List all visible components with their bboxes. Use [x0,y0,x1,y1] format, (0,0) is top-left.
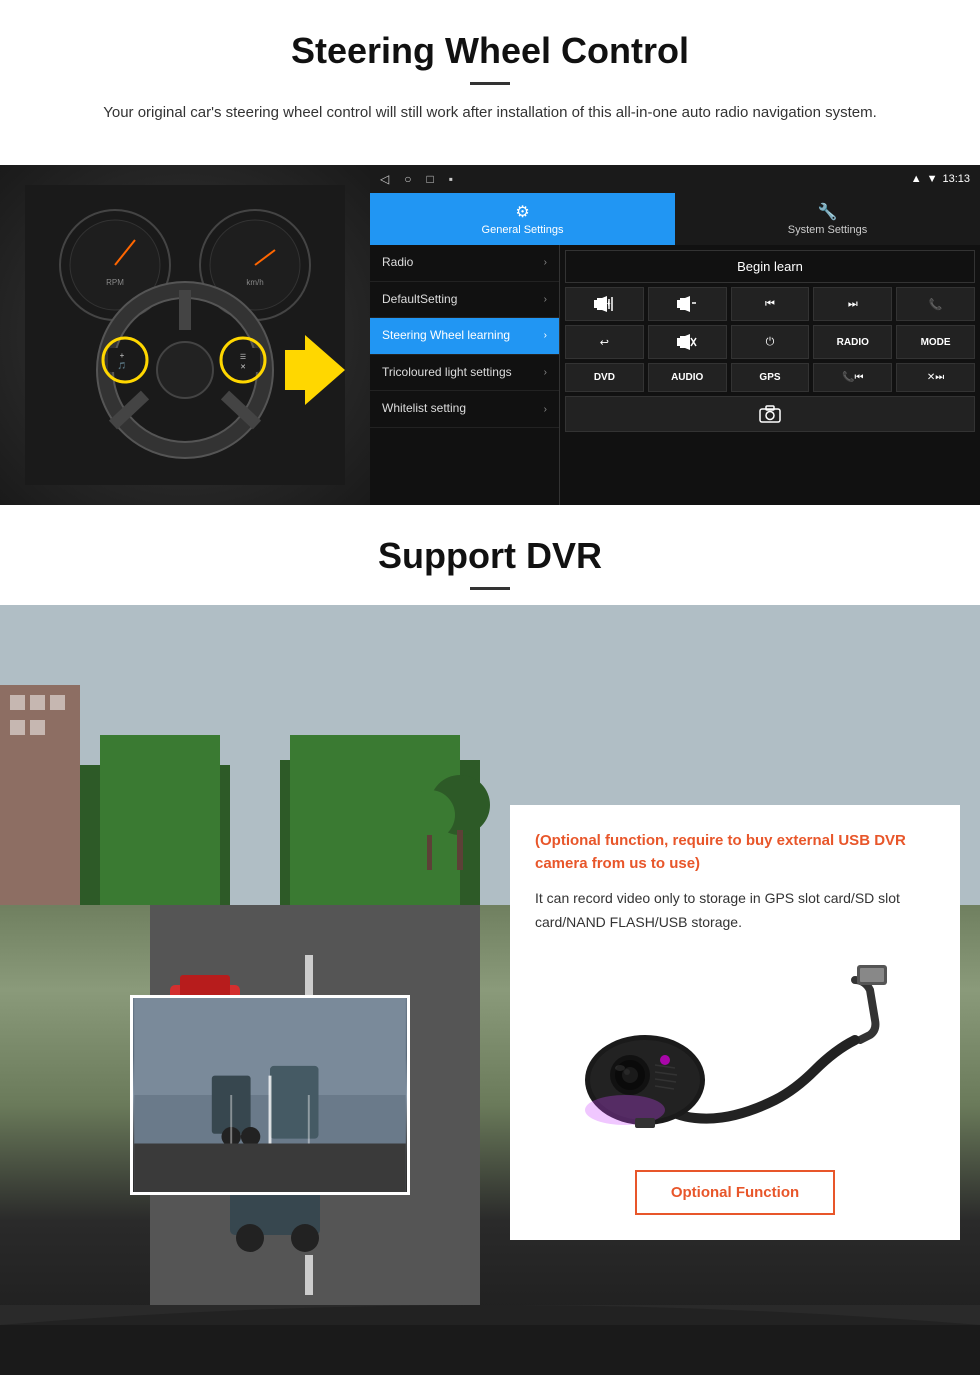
svg-text:☰: ☰ [240,354,246,361]
section2-dvr: Support DVR [0,505,980,1375]
control-row-4 [565,396,975,432]
section2-header: Support DVR [0,505,980,605]
optional-function-button[interactable]: Optional Function [635,1170,835,1215]
dvd-button[interactable]: DVD [565,363,644,392]
menu-whitelist-label: Whitelist setting [382,401,466,417]
menu-steering-label: Steering Wheel learning [382,328,510,344]
menu-default-label: DefaultSetting [382,292,457,308]
menu-item-radio[interactable]: Radio › [370,245,559,282]
nav-home-icon[interactable]: ○ [404,172,411,186]
page-title: Steering Wheel Control [40,30,940,72]
tab-general-label: General Settings [482,224,564,236]
dvr-content: (Optional function, require to buy exter… [0,605,980,1375]
nav-back-icon[interactable]: ◁ [380,172,389,186]
menu-item-whitelist[interactable]: Whitelist setting › [370,391,559,428]
nav-icons: ◁ ○ □ ▪ [380,172,453,186]
chevron-right-icon2: › [544,294,547,305]
mute-next-button[interactable]: ✕⏭ [896,363,975,392]
svg-text:✕: ✕ [240,364,246,371]
mode-button[interactable]: MODE [896,325,975,359]
control-row-3: DVD AUDIO GPS 📞⏮ ✕⏭ [565,363,975,392]
clock: 13:13 [942,173,970,185]
section1-steering-wheel: Steering Wheel Control Your original car… [0,0,980,165]
title-divider [470,82,510,85]
dvr-thumbnail [130,995,410,1195]
radio-button[interactable]: RADIO [813,325,892,359]
signal-icon: ▲ [911,173,922,185]
back-button[interactable]: ↩ [565,325,644,359]
prev-track-button[interactable]: ⏮ [731,287,810,321]
section1-description: Your original car's steering wheel contr… [60,101,920,125]
steering-wheel-photo: RPM km/h + 🎵 ☰ ✕ [0,165,370,505]
status-icons: ▲ ▼ 13:13 [911,173,970,185]
android-content: Radio › DefaultSetting › Steering Wheel … [370,245,980,505]
nav-recent-icon[interactable]: □ [426,172,433,186]
begin-learn-button[interactable]: Begin learn [565,250,975,283]
menu-radio-label: Radio [382,255,413,271]
dvr-info-card: (Optional function, require to buy exter… [510,805,960,1240]
phone-prev-button[interactable]: 📞⏮ [813,363,892,392]
dvr-device-image [535,950,935,1150]
phone-button[interactable]: 📞 [896,287,975,321]
menu-item-steering-learning[interactable]: Steering Wheel learning › [370,318,559,355]
tab-system-label: System Settings [788,224,867,236]
dvr-optional-text: (Optional function, require to buy exter… [535,830,935,875]
menu-tricoloured-label: Tricoloured light settings [382,365,512,381]
dvr-device-svg [575,960,895,1140]
steering-ui-container: RPM km/h + 🎵 ☰ ✕ [0,165,980,505]
steering-wheel-svg: RPM km/h + 🎵 ☰ ✕ [25,185,345,485]
audio-button[interactable]: AUDIO [648,363,727,392]
vol-down-button[interactable] [648,287,727,321]
gear-icon: ⚙ [515,202,529,222]
dvr-thumbnail-inner [133,998,407,1192]
wrench-icon: 🔧 [818,202,838,222]
nav-menu-icon[interactable]: ▪ [449,172,453,186]
svg-text:km/h: km/h [246,278,263,287]
dvr-description: It can record video only to storage in G… [535,887,935,935]
svg-text:🎵: 🎵 [118,361,127,370]
chevron-right-icon4: › [544,367,547,378]
android-tabs: ⚙ General Settings 🔧 System Settings [370,193,980,245]
menu-item-tricoloured[interactable]: Tricoloured light settings › [370,355,559,392]
wifi-icon: ▼ [927,173,938,185]
control-row-2: ↩ ⏻ RADIO MODE [565,325,975,359]
chevron-right-icon5: › [544,404,547,415]
android-panel: ◁ ○ □ ▪ ▲ ▼ 13:13 ⚙ General Settings 🔧 S… [370,165,980,505]
android-statusbar: ◁ ○ □ ▪ ▲ ▼ 13:13 [370,165,980,193]
next-track-button[interactable]: ⏭ [813,287,892,321]
menu-list: Radio › DefaultSetting › Steering Wheel … [370,245,560,505]
control-panel: Begin learn + ⏮ ⏭ 📞 ↩ [560,245,980,505]
svg-text:+: + [120,351,125,360]
mute-button[interactable] [648,325,727,359]
tab-general-settings[interactable]: ⚙ General Settings [370,193,675,245]
control-row-1: + ⏮ ⏭ 📞 [565,287,975,321]
chevron-right-icon3: › [544,330,547,341]
dvr-title: Support DVR [40,535,940,577]
tab-system-settings[interactable]: 🔧 System Settings [675,193,980,245]
chevron-right-icon: › [544,257,547,268]
thumbnail-content-svg [133,998,407,1192]
svg-text:RPM: RPM [106,278,124,287]
menu-item-defaultsetting[interactable]: DefaultSetting › [370,282,559,319]
power-button[interactable]: ⏻ [731,325,810,359]
svg-text:+: + [606,299,611,308]
gps-button[interactable]: GPS [731,363,810,392]
vol-up-button[interactable]: + [565,287,644,321]
camera-button[interactable] [565,396,975,432]
dvr-title-divider [470,587,510,590]
